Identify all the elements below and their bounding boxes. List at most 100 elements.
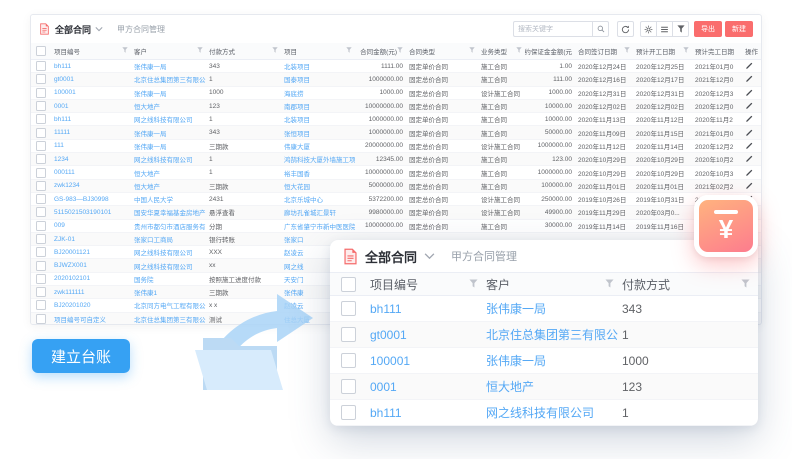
cell-id[interactable]: BJ20001121 [51,249,131,256]
cell-id[interactable]: 100001 [366,354,482,368]
cell-customer[interactable]: 张伟康一局 [131,141,206,151]
cell-id[interactable]: ZJK-01 [51,236,131,243]
filter-icon[interactable] [272,47,278,55]
column-header-id[interactable]: 项目编号 [366,276,482,293]
cell-customer[interactable]: 贵州市都匀市酒店服务有... [131,221,206,231]
cell-customer[interactable]: 张伟康一局 [131,61,206,71]
cell-project[interactable]: 南郡项目 [281,101,355,111]
row-checkbox[interactable] [36,194,46,204]
cell-id[interactable]: 项目编号可自定义 [51,314,131,324]
row-checkbox[interactable] [36,221,46,231]
filter-icon[interactable] [469,277,478,291]
cell-id[interactable]: 100001 [51,89,131,96]
select-all-checkbox[interactable] [36,46,46,56]
column-header-payment[interactable]: 付款方式 [206,46,281,56]
select-all-checkbox[interactable] [341,277,356,292]
column-header-amount[interactable]: 合同金额(元) [355,46,406,56]
row-checkbox[interactable] [36,300,46,310]
cell-customer[interactable]: 恒大地产 [131,181,206,191]
edit-button[interactable] [742,115,760,123]
cell-project[interactable]: 北装项目 [281,114,355,124]
column-header-payment[interactable]: 付款方式 [618,276,754,293]
column-header-project[interactable]: 项目 [281,46,355,56]
cell-id[interactable]: BJWZX001 [51,262,131,269]
column-header-bond[interactable]: 履约保证金金额(元 [525,46,575,56]
cell-id[interactable]: 1234 [51,156,131,163]
cell-customer[interactable]: 北京住总集团第三有限公司 [131,74,206,84]
row-checkbox[interactable] [36,287,46,297]
cell-customer[interactable]: 网之线科技有限公司 [131,247,206,257]
edit-button[interactable] [742,102,760,110]
filter-icon[interactable] [516,47,522,55]
cell-customer[interactable]: 恒大地产 [131,168,206,178]
column-header-action[interactable]: 操作 [742,46,760,56]
filter-toolbar-button[interactable] [672,21,689,37]
cell-project[interactable]: 恒大花园 [281,181,355,191]
row-checkbox[interactable] [341,379,356,394]
cell-customer[interactable]: 网之线科技有限公司 [482,404,618,421]
chevron-down-icon[interactable] [424,252,435,260]
column-header-id[interactable]: 项目编号 [51,46,131,56]
row-checkbox[interactable] [36,141,46,151]
cell-id[interactable]: 5115021503190101 [51,209,131,216]
cell-id[interactable]: 0001 [366,380,482,394]
row-checkbox[interactable] [36,128,46,138]
cell-customer[interactable]: 恒大地产 [131,101,206,111]
row-checkbox[interactable] [36,314,46,324]
column-header-customer[interactable]: 客户 [482,276,618,293]
column-header-sign[interactable]: 合同签订日期 [575,46,633,56]
edit-button[interactable] [742,155,760,163]
edit-button[interactable] [742,142,760,150]
cell-id[interactable]: gt0001 [51,76,131,83]
filter-icon[interactable] [605,277,614,291]
cell-project[interactable]: 北京乐城中心 [281,194,355,204]
cell-project[interactable]: 伟康大厦 [281,141,355,151]
row-checkbox[interactable] [341,301,356,316]
row-checkbox[interactable] [341,405,356,420]
cell-project[interactable]: 廊坊孔雀城汇景轩 [281,207,355,217]
column-layout-button[interactable] [656,21,673,37]
filter-icon[interactable] [397,47,403,55]
column-header-end[interactable]: 预计完工日期 [692,46,742,56]
column-header-customer[interactable]: 客户 [131,46,206,56]
cell-customer[interactable]: 国安华夏幸福基金房地产... [131,207,206,217]
filter-icon[interactable] [683,47,689,55]
edit-button[interactable] [742,182,760,190]
cell-customer[interactable]: 张伟康一局 [482,300,618,317]
cell-project[interactable]: 北装项目 [281,61,355,71]
create-button[interactable]: 新建 [725,21,753,37]
filter-icon[interactable] [741,277,750,291]
edit-button[interactable] [742,75,760,83]
row-checkbox[interactable] [36,274,46,284]
cell-id[interactable]: bh111 [51,116,131,123]
create-ledger-button[interactable]: 建立台账 [32,339,130,373]
column-header-start[interactable]: 预计开工日期 [633,46,692,56]
cell-project[interactable]: 鸿鹄科技大厦外墙施工项目 [281,154,355,164]
column-header-biz[interactable]: 业务类型 [478,46,525,56]
row-checkbox[interactable] [36,234,46,244]
filter-icon[interactable] [197,47,203,55]
filter-icon[interactable] [346,47,352,55]
row-checkbox[interactable] [36,261,46,271]
row-checkbox[interactable] [36,154,46,164]
row-checkbox[interactable] [36,168,46,178]
row-checkbox[interactable] [36,207,46,217]
row-checkbox[interactable] [36,247,46,257]
cell-project[interactable]: 裕丰国香 [281,168,355,178]
cell-id[interactable]: 000111 [51,169,131,176]
cell-project[interactable]: 海底捞 [281,88,355,98]
cell-project[interactable]: 张恒项目 [281,128,355,138]
cell-customer[interactable]: 张伟康一局 [131,88,206,98]
row-checkbox[interactable] [341,327,356,342]
cell-customer[interactable]: 网之线科技有限公司 [131,261,206,271]
row-checkbox[interactable] [36,181,46,191]
cell-id[interactable]: bh111 [366,302,482,316]
cell-id[interactable]: GS-983—BJ30998 [51,196,131,203]
cell-customer[interactable]: 张家口工商局 [131,234,206,244]
cell-customer[interactable]: 张伟康一局 [482,352,618,369]
row-checkbox[interactable] [36,61,46,71]
search-input[interactable] [513,21,592,37]
row-checkbox[interactable] [341,353,356,368]
refresh-button[interactable] [617,21,634,37]
edit-button[interactable] [742,62,760,70]
